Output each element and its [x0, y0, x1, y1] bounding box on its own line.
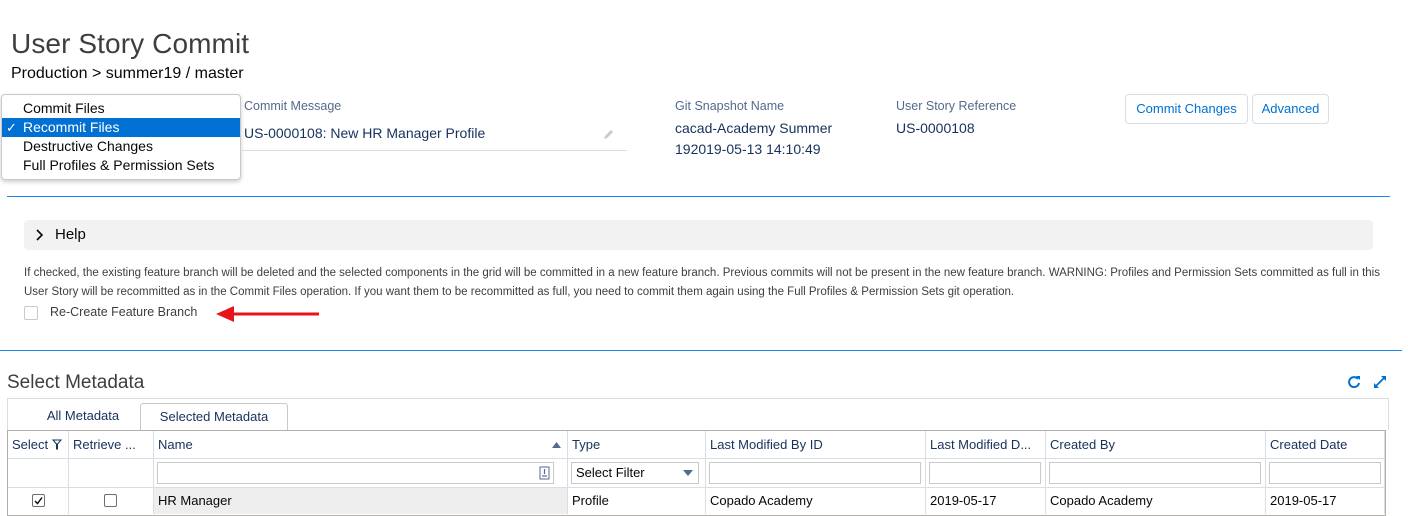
name-filter-input[interactable] [157, 462, 554, 484]
dropdown-item-full-profiles[interactable]: Full Profiles & Permission Sets [2, 156, 240, 175]
commit-message-input[interactable]: US-0000108: New HR Manager Profile [244, 125, 485, 141]
metadata-title: Select Metadata [7, 372, 145, 393]
dropdown-item-recommit-files[interactable]: ✓ Recommit Files [2, 118, 240, 137]
red-arrow-icon [216, 306, 319, 322]
filter-cell-last-modified-date [926, 459, 1046, 488]
breadcrumb: Production > summer19 / master [11, 65, 244, 82]
page-title: User Story Commit [11, 28, 250, 59]
recreate-feature-branch-checkbox[interactable] [24, 306, 38, 320]
table-cell-created-date: 2019-05-17 [1266, 488, 1385, 514]
row-retrieve-checkbox[interactable] [104, 494, 117, 507]
dropdown-item-label: Recommit Files [23, 119, 120, 135]
column-header-created-date[interactable]: Created Date [1266, 431, 1385, 459]
created-date-filter-input[interactable] [1269, 462, 1381, 484]
table-cell-type: Profile [568, 488, 706, 514]
last-modified-by-filter-input[interactable] [709, 462, 921, 484]
dropdown-item-destructive-changes[interactable]: Destructive Changes [2, 137, 240, 156]
column-header-last-modified-by[interactable]: Last Modified By ID [706, 431, 926, 459]
table-cell-name[interactable]: HR Manager [154, 488, 568, 514]
metadata-grid: Select Retrieve ... Name Type Last Modif… [7, 430, 1386, 516]
recreate-feature-branch-label: Re-Create Feature Branch [50, 305, 198, 319]
created-by-filter-input[interactable] [1049, 462, 1261, 484]
git-snapshot-value-line1: cacad-Academy Summer [675, 120, 833, 136]
filter-cell-created-by [1046, 459, 1266, 488]
dropdown-item-commit-files[interactable]: Commit Files [2, 99, 240, 118]
calendar-icon[interactable] [539, 466, 550, 480]
row-select-checkbox[interactable] [32, 494, 45, 507]
table-cell-last-modified-by: Copado Academy [706, 488, 926, 514]
checkmark-icon [34, 497, 43, 505]
table-cell-created-by: Copado Academy [1046, 488, 1266, 514]
filter-cell-type: Select Filter [568, 459, 706, 488]
column-header-type[interactable]: Type [568, 431, 706, 459]
sort-ascending-icon [552, 442, 561, 448]
advanced-button[interactable]: Advanced [1252, 94, 1329, 124]
metadata-tabs: All Metadata Selected Metadata [7, 398, 1389, 431]
filter-cell-retrieve [69, 459, 154, 488]
commit-message-underline [242, 150, 627, 151]
commit-message-label: Commit Message [244, 99, 342, 113]
git-snapshot-value-line2: 192019-05-13 14:10:49 [675, 141, 821, 157]
filter-cell-last-modified-by [706, 459, 926, 488]
help-text: If checked, the existing feature branch … [24, 267, 1380, 298]
column-header-last-modified-date[interactable]: Last Modified D... [926, 431, 1046, 459]
type-filter-select[interactable]: Select Filter [571, 462, 699, 484]
git-operation-dropdown[interactable]: Commit Files ✓ Recommit Files Destructiv… [1, 94, 241, 180]
commit-changes-button[interactable]: Commit Changes [1125, 94, 1248, 124]
expand-icon[interactable] [1373, 375, 1387, 389]
git-snapshot-label: Git Snapshot Name [675, 99, 785, 113]
pencil-icon[interactable] [602, 128, 615, 141]
tab-all-metadata[interactable]: All Metadata [28, 403, 138, 431]
checkmark-icon: ✓ [6, 120, 17, 135]
table-row-select-cell [8, 488, 69, 514]
tab-selected-metadata[interactable]: Selected Metadata [140, 403, 288, 431]
chevron-right-icon [36, 229, 44, 241]
column-header-name[interactable]: Name [154, 431, 568, 459]
chevron-down-icon [683, 470, 693, 476]
user-story-reference-label: User Story Reference [896, 99, 1017, 113]
last-modified-date-filter-input[interactable] [929, 462, 1041, 484]
refresh-icon[interactable] [1347, 375, 1361, 389]
user-story-reference-value: US-0000108 [896, 120, 975, 136]
help-label: Help [55, 226, 86, 243]
section-divider [7, 196, 1390, 197]
column-header-retrieve[interactable]: Retrieve ... [69, 431, 154, 459]
column-header-created-by[interactable]: Created By [1046, 431, 1266, 459]
table-cell-last-modified-date: 2019-05-17 [926, 488, 1046, 514]
table-row-retrieve-cell [69, 488, 154, 514]
section-divider-metadata [0, 350, 1402, 351]
filter-cell-created-date [1266, 459, 1385, 488]
filter-cell-select [8, 459, 69, 488]
filter-cell-name [154, 459, 568, 488]
column-header-select[interactable]: Select [8, 431, 69, 459]
filter-icon[interactable] [51, 439, 62, 450]
help-section-toggle[interactable]: Help [24, 220, 1373, 250]
